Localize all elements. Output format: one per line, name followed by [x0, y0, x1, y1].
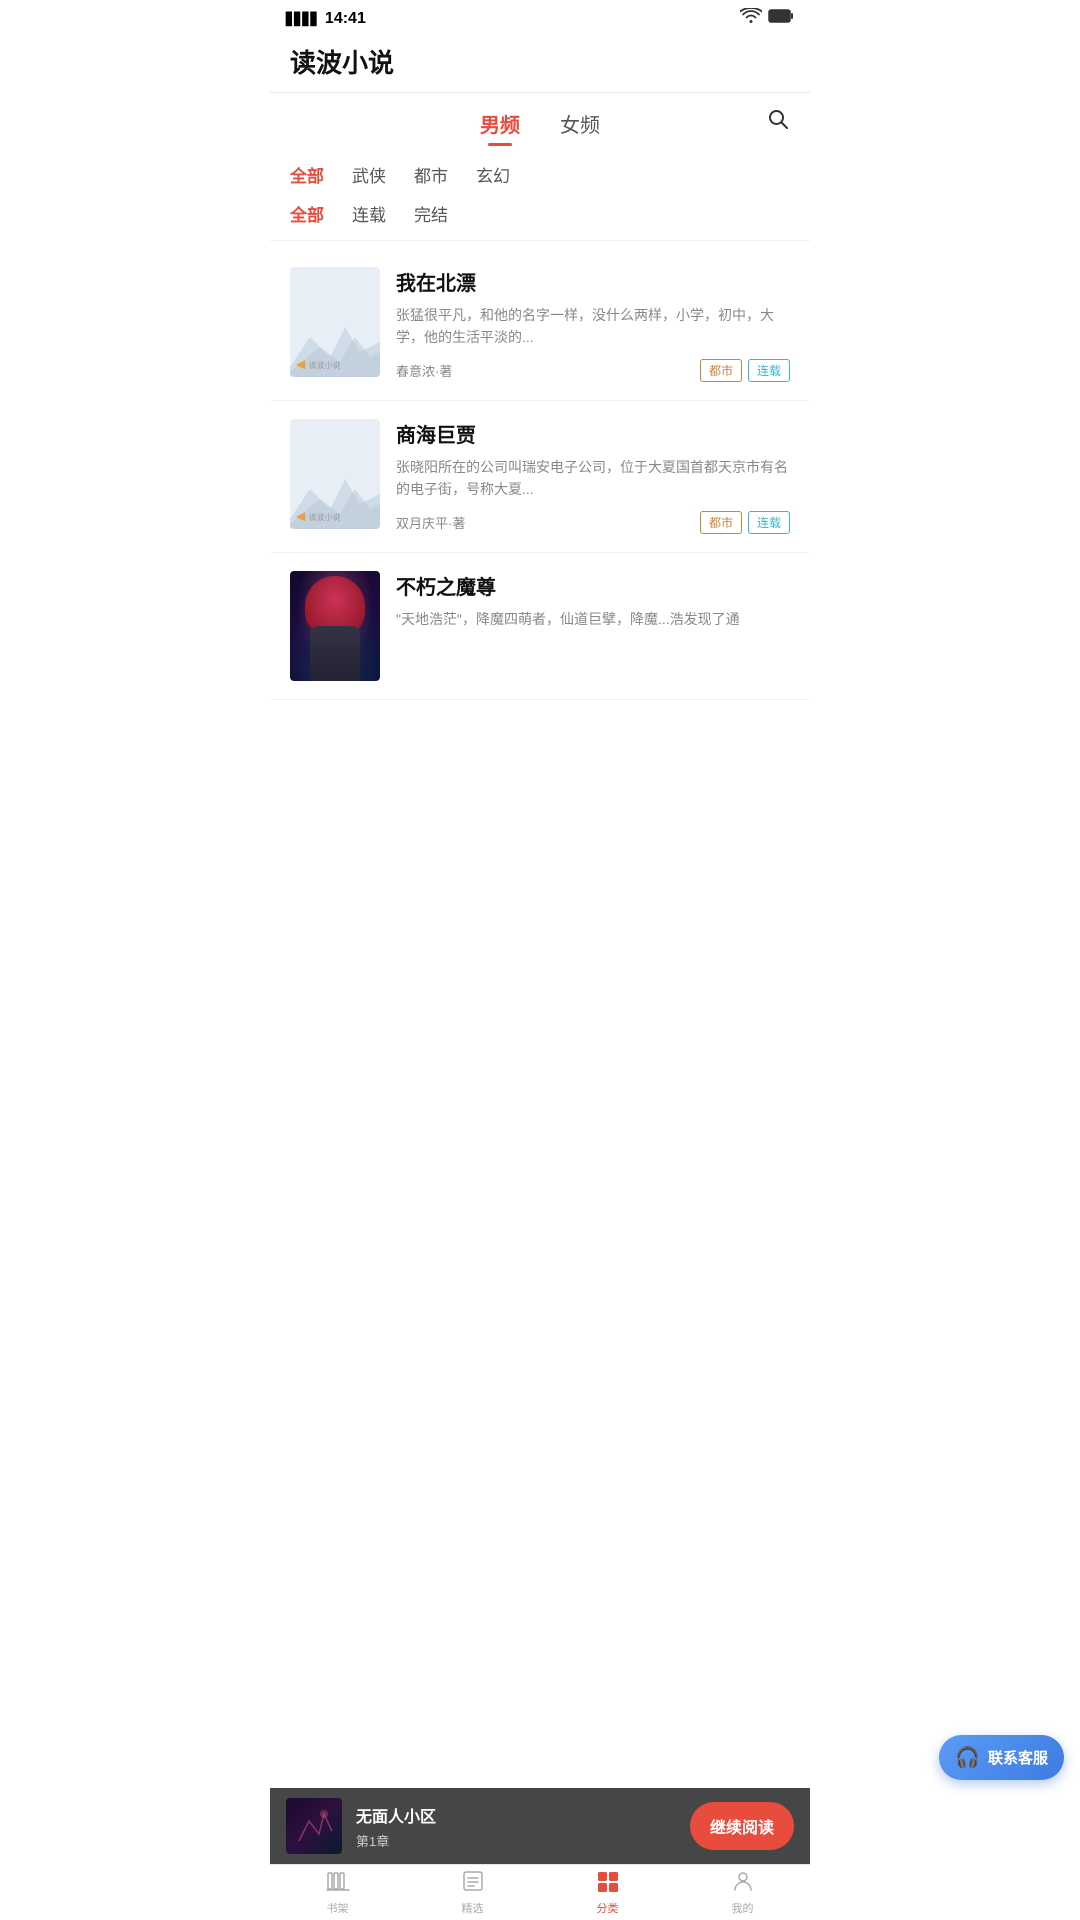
status-ongoing[interactable]: 连载 [352, 201, 386, 226]
book-info-2: 商海巨贾 张晓阳所在的公司叫瑞安电子公司，位于大夏国首都天京市有名的电子街，号称… [396, 419, 790, 534]
continue-reading-button[interactable]: 继续阅读 [690, 1802, 794, 1850]
status-left: ▋▋▋▋ 14:41 [286, 10, 366, 28]
nav-picks[interactable]: 精选 [405, 1865, 540, 1920]
reading-cover [286, 1798, 342, 1854]
book-author-1: 春意浓·著 [396, 361, 452, 380]
book-cover-2: ◀ 读波小说 [290, 419, 380, 529]
book-meta-2: 双月庆平·著 都市 连载 [396, 511, 790, 534]
app-title: 读波小说 [270, 33, 810, 93]
book-info-3: 不朽之魔尊 "天地浩茫"，降魔四萌者，仙道巨擘，降魔...浩发现了通 [396, 571, 790, 681]
wifi-icon [740, 8, 762, 29]
contact-service-button[interactable]: 🎧 联系客服 [939, 1735, 1064, 1780]
bottom-nav: 书架 精选 分类 [270, 1864, 810, 1920]
tag-serial-2: 连载 [748, 511, 790, 534]
headset-icon: 🎧 [955, 1745, 980, 1770]
mini-cover-bg [286, 1798, 342, 1854]
picks-icon [461, 1870, 485, 1898]
nav-picks-label: 精选 [462, 1900, 484, 1916]
book-cover-3 [290, 571, 380, 681]
tab-female[interactable]: 女频 [560, 109, 600, 146]
time-display: 14:41 [325, 10, 366, 28]
book-cover-1: ◀ 读波小说 [290, 267, 380, 377]
cover3-body [310, 626, 360, 681]
book-title-1: 我在北漂 [396, 267, 790, 296]
book-title-3: 不朽之魔尊 [396, 571, 790, 600]
tag-serial-1: 连载 [748, 359, 790, 382]
nav-profile[interactable]: 我的 [675, 1865, 810, 1920]
book-tags-2: 都市 连载 [700, 511, 790, 534]
book-meta-1: 春意浓·著 都市 连载 [396, 359, 790, 382]
battery-icon [768, 9, 794, 28]
status-bar: ▋▋▋▋ 14:41 [270, 0, 810, 33]
tab-male[interactable]: 男频 [480, 109, 520, 146]
search-button[interactable] [766, 107, 790, 137]
book-desc-2: 张晓阳所在的公司叫瑞安电子公司，位于大夏国首都天京市有名的电子街，号称大夏... [396, 456, 790, 501]
list-item[interactable]: ◀ 读波小说 商海巨贾 张晓阳所在的公司叫瑞安电子公司，位于大夏国首都天京市有名… [270, 401, 810, 553]
contact-label: 联系客服 [988, 1747, 1048, 1768]
profile-icon [731, 1870, 755, 1898]
book-info-1: 我在北漂 张猛很平凡，和他的名字一样，没什么两样，小学，初中，大学，他的生活平淡… [396, 267, 790, 382]
book-desc-3: "天地浩茫"，降魔四萌者，仙道巨擘，降魔...浩发现了通 [396, 608, 790, 681]
reading-book-title: 无面人小区 [356, 1803, 676, 1827]
category-fantasy[interactable]: 玄幻 [476, 162, 510, 187]
signal-icon: ▋▋▋▋ [286, 12, 319, 26]
status-all[interactable]: 全部 [290, 201, 324, 226]
reading-chapter: 第1章 [356, 1831, 676, 1850]
nav-bookshelf[interactable]: 书架 [270, 1865, 405, 1920]
divider-1 [270, 240, 810, 241]
nav-categories[interactable]: 分类 [540, 1865, 675, 1920]
category-wuxia[interactable]: 武侠 [352, 162, 386, 187]
book-title-2: 商海巨贾 [396, 419, 790, 448]
tag-city-2: 都市 [700, 511, 742, 534]
reading-bar[interactable]: 无面人小区 第1章 继续阅读 [270, 1788, 810, 1864]
nav-profile-label: 我的 [732, 1900, 754, 1916]
book-tags-1: 都市 连载 [700, 359, 790, 382]
categories-icon [596, 1870, 620, 1898]
category-all[interactable]: 全部 [290, 162, 324, 187]
nav-bookshelf-label: 书架 [327, 1900, 349, 1916]
tag-city-1: 都市 [700, 359, 742, 382]
category-filter-row: 全部 武侠 都市 玄幻 [290, 162, 790, 187]
top-tabs: 男频 女频 [270, 93, 810, 146]
status-filter-row: 全部 连载 完结 [290, 201, 790, 226]
cover-arrow-1: ◀ 读波小说 [296, 357, 341, 371]
nav-categories-label: 分类 [597, 1900, 619, 1916]
book-author-2: 双月庆平·著 [396, 513, 465, 532]
book-desc-1: 张猛很平凡，和他的名字一样，没什么两样，小学，初中，大学，他的生活平淡的... [396, 304, 790, 349]
cover-arrow-2: ◀ 读波小说 [296, 509, 341, 523]
bookshelf-icon [326, 1870, 350, 1898]
book-list: ◀ 读波小说 我在北漂 张猛很平凡，和他的名字一样，没什么两样，小学，初中，大学… [270, 249, 810, 700]
category-city[interactable]: 都市 [414, 162, 448, 187]
status-right [740, 8, 794, 29]
filter-section: 全部 武侠 都市 玄幻 全部 连载 完结 [270, 146, 810, 226]
list-item[interactable]: 不朽之魔尊 "天地浩茫"，降魔四萌者，仙道巨擘，降魔...浩发现了通 [270, 553, 810, 700]
status-finished[interactable]: 完结 [414, 201, 448, 226]
list-item[interactable]: ◀ 读波小说 我在北漂 张猛很平凡，和他的名字一样，没什么两样，小学，初中，大学… [270, 249, 810, 401]
reading-info: 无面人小区 第1章 [356, 1803, 676, 1850]
